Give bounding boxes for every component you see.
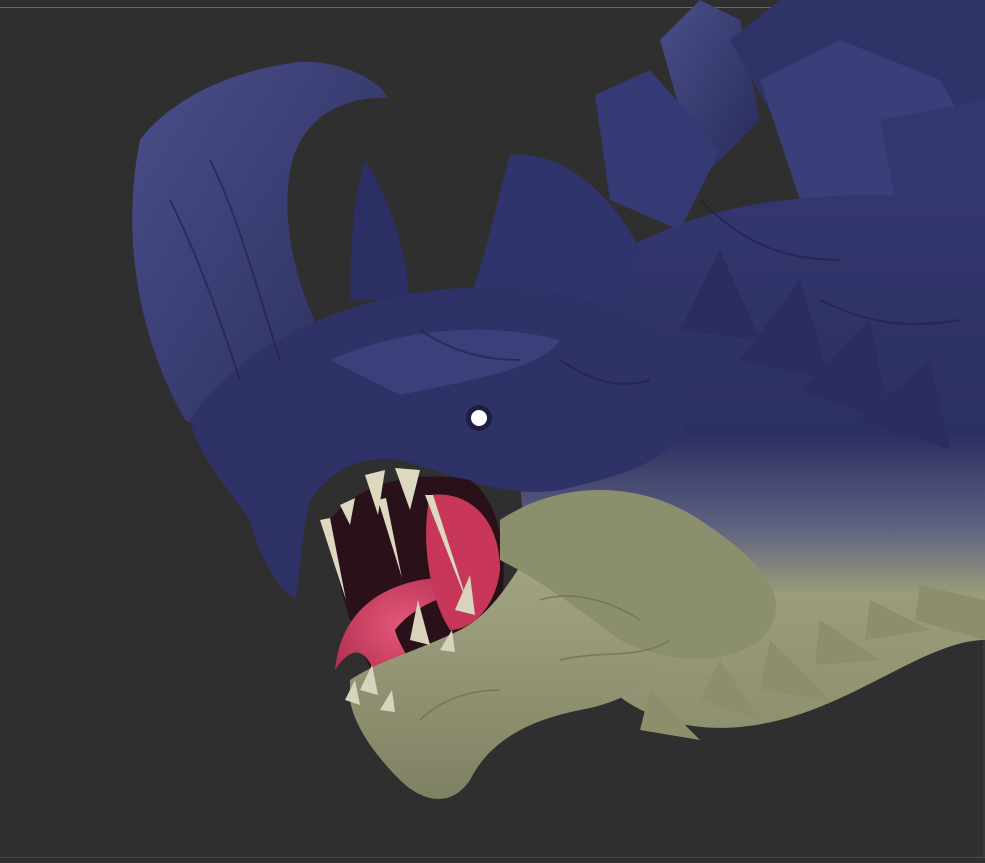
crest-horn-inner: [350, 160, 410, 300]
dragon-eye: [466, 405, 492, 431]
3d-viewport[interactable]: [0, 0, 985, 863]
dragon-sculpt-model[interactable]: [0, 0, 985, 863]
